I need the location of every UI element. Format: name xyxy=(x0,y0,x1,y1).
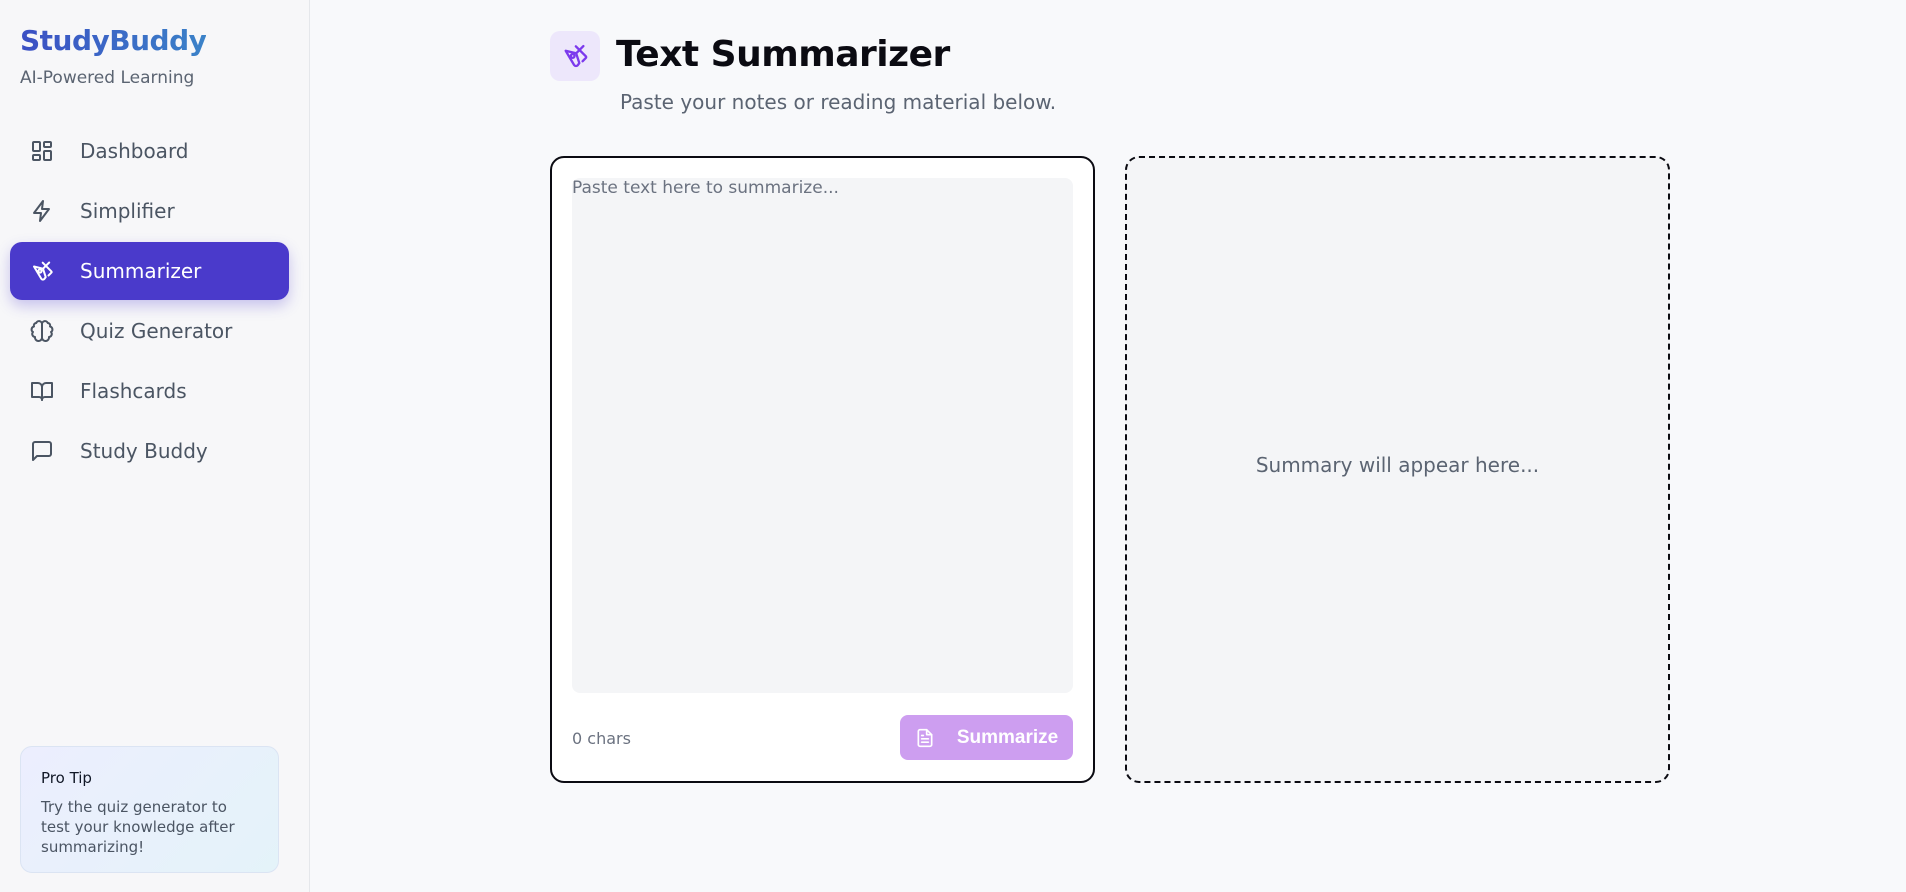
document-icon xyxy=(917,728,933,747)
summary-output-panel: Summary will appear here... xyxy=(1125,156,1670,783)
summarize-button[interactable]: Summarize xyxy=(900,715,1073,760)
sidebar-item-label: Study Buddy xyxy=(80,439,208,463)
pro-tip-card: Pro Tip Try the quiz generator to test y… xyxy=(20,746,279,873)
dashboard-grid-icon xyxy=(30,139,54,163)
sidebar-item-dashboard[interactable]: Dashboard xyxy=(10,122,289,180)
pro-tip-body: Try the quiz generator to test your know… xyxy=(41,798,235,856)
summary-placeholder: Summary will appear here... xyxy=(1255,452,1540,477)
pen-tool-icon xyxy=(30,259,54,283)
page-subtitle: Paste your notes or reading material bel… xyxy=(620,90,1057,114)
sidebar-item-study-buddy[interactable]: Study Buddy xyxy=(10,422,289,480)
chat-bubble-icon xyxy=(30,439,54,463)
page-title: Text Summarizer xyxy=(616,34,950,75)
brain-icon xyxy=(30,319,54,343)
pro-tip-title: Pro Tip xyxy=(41,769,92,787)
sidebar-item-label: Quiz Generator xyxy=(80,319,233,343)
input-card: 0 chars Summarize xyxy=(550,156,1095,783)
sidebar-item-simplifier[interactable]: Simplifier xyxy=(10,182,289,240)
summarize-button-label: Summarize xyxy=(956,726,1059,748)
sidebar-item-label: Summarizer xyxy=(80,259,202,283)
pen-tool-icon xyxy=(550,31,600,81)
sidebar-nav: Dashboard Simplifier Summarizer Quiz Gen… xyxy=(10,122,289,482)
sidebar: StudyBuddy AI-Powered Learning Dashboard… xyxy=(0,0,310,892)
sidebar-item-flashcards[interactable]: Flashcards xyxy=(10,362,289,420)
sidebar-item-label: Simplifier xyxy=(80,199,175,223)
summarize-text-input[interactable] xyxy=(572,178,1073,693)
sidebar-item-summarizer[interactable]: Summarizer xyxy=(10,242,289,300)
char-count: 0 chars xyxy=(572,729,631,748)
lightning-icon xyxy=(30,199,54,223)
sidebar-item-label: Dashboard xyxy=(80,139,189,163)
sidebar-item-quiz-generator[interactable]: Quiz Generator xyxy=(10,302,289,360)
brand-tagline: AI-Powered Learning xyxy=(20,68,195,88)
book-open-icon xyxy=(30,379,54,403)
brand-logo[interactable]: StudyBuddy xyxy=(20,24,207,57)
sidebar-item-label: Flashcards xyxy=(80,379,187,403)
